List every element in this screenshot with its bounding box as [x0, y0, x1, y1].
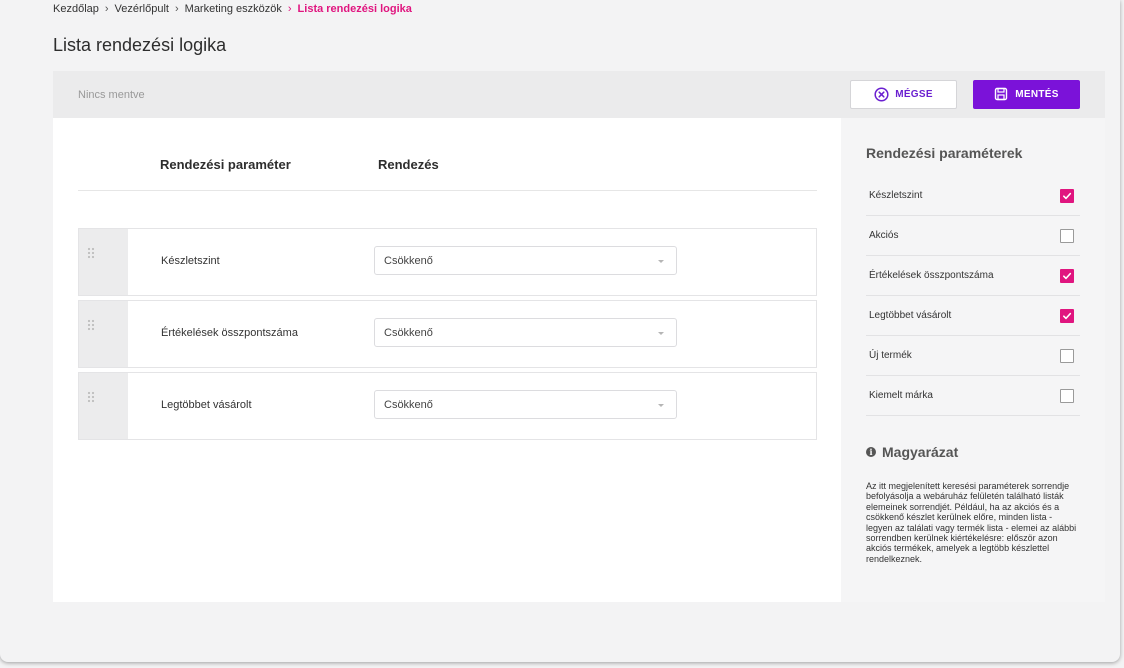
sort-row: Értékelések összpontszáma Csökkenő — [78, 300, 817, 368]
parameter-label: Új termék — [869, 350, 912, 361]
checkmark-icon — [1063, 272, 1072, 279]
sort-row: Legtöbbet vásárolt Csökkenő — [78, 372, 817, 440]
drag-handle-icon — [87, 319, 95, 331]
parameter-checkbox[interactable] — [1060, 188, 1074, 203]
save-status: Nincs mentve — [78, 88, 145, 101]
sort-order-select[interactable]: Csökkenő — [374, 246, 677, 275]
chevron-down-icon — [658, 332, 664, 335]
sort-order-value: Csökkenő — [384, 399, 433, 411]
drag-handle[interactable] — [79, 373, 128, 439]
parameter-label: Akciós — [869, 230, 899, 241]
chevron-down-icon — [658, 260, 664, 263]
breadcrumb: Kezdőlap › Vezérlőpult › Marketing eszkö… — [53, 3, 412, 15]
parameter-list: Készletszint Akciós Értékelések összpont… — [866, 176, 1080, 416]
app-frame: Kezdőlap › Vezérlőpult › Marketing eszkö… — [0, 0, 1120, 662]
sort-order-select[interactable]: Csökkenő — [374, 390, 677, 419]
save-button[interactable]: MENTÉS — [973, 80, 1080, 109]
explanation-title-text: Magyarázat — [882, 444, 959, 460]
cancel-button[interactable]: MÉGSE — [850, 80, 957, 109]
parameter-label: Értékelések összpontszáma — [869, 270, 994, 281]
parameter-label: Kiemelt márka — [869, 390, 933, 401]
sort-order-value: Csökkenő — [384, 327, 433, 339]
page-title: Lista rendezési logika — [53, 35, 227, 55]
sort-row-label: Értékelések összpontszáma — [161, 327, 298, 339]
sort-order-value: Csökkenő — [384, 255, 433, 267]
sort-row-label: Készletszint — [161, 255, 220, 267]
save-button-label: MENTÉS — [1015, 89, 1059, 100]
column-header-order: Rendezés — [378, 157, 439, 172]
breadcrumb-separator: › — [174, 3, 179, 15]
close-circle-icon — [874, 87, 889, 102]
breadcrumb-current: Lista rendezési logika — [297, 3, 412, 15]
parameter-checkbox[interactable] — [1060, 268, 1074, 283]
breadcrumb-dashboard[interactable]: Vezérlőpult — [115, 3, 169, 15]
parameter-label: Legtöbbet vásárolt — [869, 310, 952, 321]
explanation-text: Az itt megjelenített keresési paramétere… — [866, 481, 1077, 564]
side-panel-title: Rendezési paraméterek — [866, 145, 1023, 161]
parameter-checkbox[interactable] — [1060, 308, 1074, 323]
toolbar: Nincs mentve MÉGSE MENTÉS — [53, 71, 1105, 118]
floppy-disk-icon — [994, 87, 1009, 102]
explanation-title: i Magyarázat — [866, 444, 958, 460]
checkmark-icon — [1063, 192, 1072, 199]
parameter-item[interactable]: Kiemelt márka — [866, 376, 1080, 416]
drag-handle[interactable] — [79, 301, 128, 367]
parameter-item[interactable]: Legtöbbet vásárolt — [866, 296, 1080, 336]
sorting-table: Rendezési paraméter Rendezés Készletszin… — [53, 118, 841, 602]
parameter-checkbox[interactable] — [1060, 228, 1074, 243]
sorting-parameters-panel: Rendezési paraméterek Készletszint Akció… — [841, 118, 1105, 602]
parameter-label: Készletszint — [869, 190, 923, 201]
checkmark-icon — [1063, 312, 1072, 319]
breadcrumb-marketing-tools[interactable]: Marketing eszközök — [185, 3, 282, 15]
breadcrumb-separator: › — [104, 3, 109, 15]
sort-row: Készletszint Csökkenő — [78, 228, 817, 296]
parameter-item[interactable]: Új termék — [866, 336, 1080, 376]
breadcrumb-home[interactable]: Kezdőlap — [53, 3, 99, 15]
parameter-item[interactable]: Értékelések összpontszáma — [866, 256, 1080, 296]
parameter-item[interactable]: Készletszint — [866, 176, 1080, 216]
chevron-down-icon — [658, 404, 664, 407]
cancel-button-label: MÉGSE — [895, 89, 933, 100]
drag-handle-icon — [87, 391, 95, 403]
parameter-item[interactable]: Akciós — [866, 216, 1080, 256]
drag-handle-icon — [87, 247, 95, 259]
parameter-checkbox[interactable] — [1060, 348, 1074, 363]
sort-order-select[interactable]: Csökkenő — [374, 318, 677, 347]
parameter-checkbox[interactable] — [1060, 388, 1074, 403]
sort-row-label: Legtöbbet vásárolt — [161, 399, 252, 411]
sorting-logic-card: Nincs mentve MÉGSE MENTÉS Rendezési para… — [53, 71, 1105, 602]
breadcrumb-separator: › — [287, 3, 292, 15]
drag-handle[interactable] — [79, 229, 128, 295]
column-header-param: Rendezési paraméter — [160, 157, 291, 172]
info-icon: i — [866, 447, 876, 457]
header-divider — [78, 190, 817, 191]
